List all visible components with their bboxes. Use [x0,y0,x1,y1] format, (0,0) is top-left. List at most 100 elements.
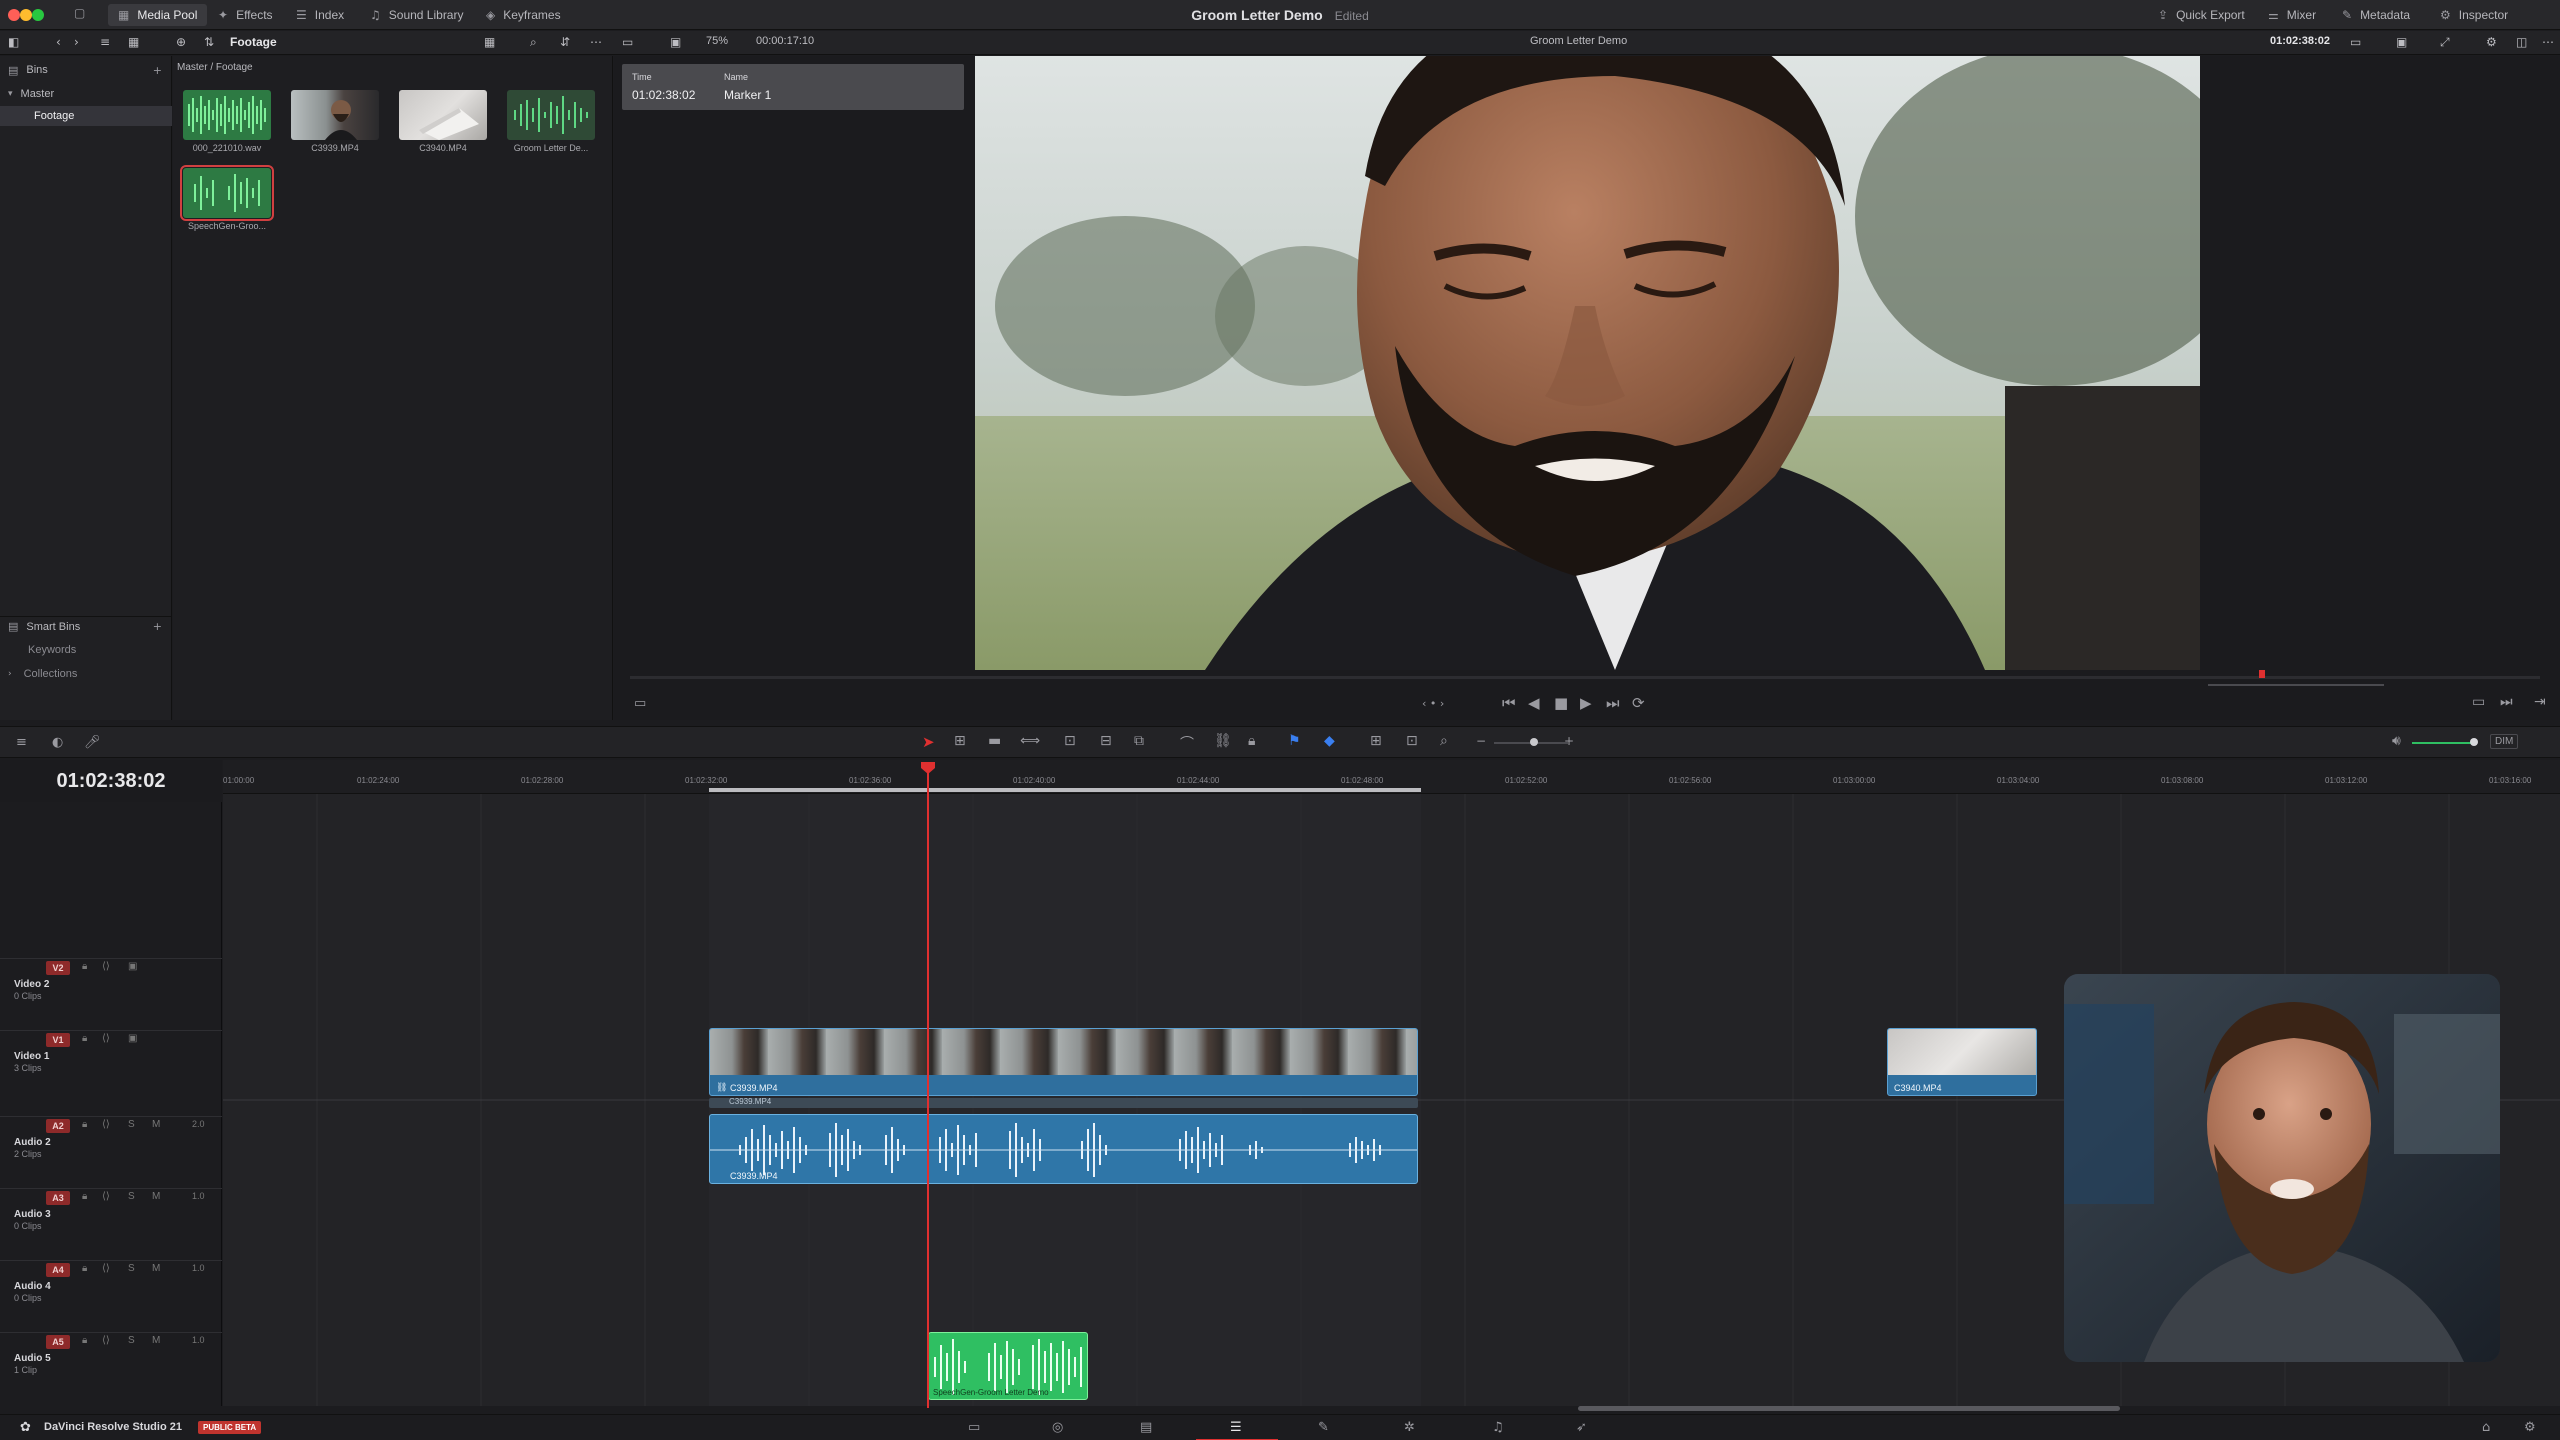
edit-page-icon[interactable]: ▤ [1140,1420,1152,1435]
auto-select-icon[interactable]: ⟨⟩ [102,961,110,972]
timeline-clip-video[interactable]: C3940.MP4 [1887,1028,2037,1096]
lock-icon[interactable]: 🔒︎ [82,961,87,972]
playhead[interactable] [927,768,929,1408]
match-frame-icon[interactable]: ▭ [2472,694,2485,710]
lock-icon[interactable]: 🔒︎ [82,1033,87,1044]
settings-icon[interactable]: ⚙ [2486,35,2497,49]
zoom-full-icon[interactable]: ⊞ [1370,733,1382,749]
deliver-page-icon[interactable]: ➶ [1576,1420,1587,1435]
lock-icon[interactable]: 🔒︎ [82,1191,87,1202]
track-header-v1[interactable]: V1 🔒︎ ⟨⟩ ▣ Video 1 3 Clips [0,1030,222,1080]
track-header-a3[interactable]: A3 🔒︎ ⟨⟩ S M 1.0 Audio 3 0 Clips [0,1188,222,1260]
menu-icon[interactable]: ⋯ [2542,35,2554,49]
bin-footage[interactable]: Footage [0,106,172,126]
media-page-icon[interactable]: ▭ [968,1420,980,1435]
cut-page-icon[interactable]: ◎ [1052,1420,1063,1435]
auto-select-icon[interactable]: ⟨⟩ [102,1263,110,1274]
lock-icon[interactable]: 🔒︎ [82,1263,87,1274]
metadata-button[interactable]: ✎ Metadata [2342,4,2410,26]
auto-select-icon[interactable]: ⟨⟩ [102,1119,110,1130]
mixer-button[interactable]: ⚌ Mixer [2268,4,2316,26]
smart-bin-collections[interactable]: › Collections [0,664,172,684]
marker-info-box[interactable]: Time 01:02:38:02 Name Marker 1 [622,64,964,110]
linked-selection-icon[interactable]: ⛓ [1214,733,1232,749]
zoom-in-icon[interactable]: + [1564,734,1574,748]
color-page-icon[interactable]: ✲ [1404,1420,1415,1435]
solo-button[interactable]: S [128,1119,135,1130]
inspector-button[interactable]: ⚙ Inspector [2440,4,2508,26]
lock-icon[interactable]: 🔒︎ [82,1335,87,1346]
track-visibility-icon[interactable]: ▣ [128,1033,137,1044]
play-icon[interactable]: ▶ [1580,694,1592,712]
pool-clip[interactable]: Groom Letter De... [507,90,601,153]
dim-button[interactable]: DIM [2490,734,2519,749]
sort-order-icon[interactable]: ⇵ [560,35,570,49]
next-edit-icon[interactable]: ⏭ [2500,694,2513,710]
auto-select-icon[interactable]: ⟨⟩ [102,1033,110,1044]
mute-button[interactable]: M [152,1119,160,1130]
timeline-clip-audio-collapsed[interactable]: C3939.MP4 [709,1097,1418,1108]
viewer-options-icon[interactable]: ▭ [634,696,646,711]
smart-bin-keywords[interactable]: Keywords [0,640,172,660]
jog-control-icon[interactable]: ‹ • › [1422,697,1444,710]
list-view-icon[interactable]: ≡ [100,35,110,49]
audio-meter-icon[interactable]: ◐ [52,735,63,750]
marker-icon[interactable]: ◆ [1324,733,1335,749]
volume-slider-knob[interactable] [2470,738,2478,746]
track-badge[interactable]: A4 [46,1263,70,1277]
volume-icon[interactable]: 🔊︎ [2392,733,2401,749]
sort-icon[interactable]: ⇅ [204,35,214,49]
timeline-scrollbar[interactable] [1578,1406,2120,1411]
timeline-clip-audio-speech[interactable]: SpeechGen-Groom Letter Demo [928,1332,1088,1400]
in-out-range[interactable] [709,788,1421,792]
panel-layout-icon[interactable]: ◫ [2516,35,2527,49]
stop-icon[interactable]: ■ [1554,694,1568,712]
scrubber-playhead[interactable] [2259,670,2265,678]
sidebar-toggle-icon[interactable]: ◧ [8,35,19,49]
viewer-layout-icon[interactable]: ▭ [2350,35,2361,49]
track-badge[interactable]: V1 [46,1033,70,1047]
home-icon[interactable]: ⌂ [2482,1420,2490,1435]
track-badge[interactable]: V2 [46,961,70,975]
track-badge[interactable]: A5 [46,1335,70,1349]
timeline-ruler[interactable]: 01:00:00 01:02:24:00 01:02:28:00 01:02:3… [223,760,2560,794]
track-header-v2[interactable]: V2 🔒︎ ⟨⟩ ▣ Video 2 0 Clips [0,958,222,1030]
pool-clip[interactable]: C3939.MP4 [291,90,385,153]
last-frame-icon[interactable]: ⇥ [2534,694,2546,710]
replace-clip-icon[interactable]: ⧉ [1134,733,1144,749]
search-icon[interactable]: ⌕ [530,35,537,50]
zoom-slider-knob[interactable] [1530,738,1538,746]
fairlight-page-icon[interactable]: ♫ [1492,1420,1504,1435]
add-smart-bin-icon[interactable]: + [153,620,162,633]
mute-button[interactable]: M [152,1335,160,1346]
zoom-level[interactable]: 75% [706,35,728,47]
track-header-a4[interactable]: A4 🔒︎ ⟨⟩ S M 1.0 Audio 4 0 Clips [0,1260,222,1332]
settings-gear-icon[interactable]: ⚙ [2524,1420,2536,1435]
track-badge[interactable]: A3 [46,1191,70,1205]
fairlight-edit-page-tab[interactable]: ☰ [1196,1415,1278,1440]
dynamic-trim-icon[interactable]: ⟺ [1020,733,1040,749]
solo-button[interactable]: S [128,1263,135,1274]
flag-icon[interactable]: ⚑ [1288,733,1301,749]
bin-master[interactable]: ▾ Master [0,84,172,104]
selection-tool-icon[interactable]: ➤ [922,733,935,751]
skip-to-start-icon[interactable]: ⏮ [1502,694,1516,712]
pool-clip[interactable]: C3940.MP4 [399,90,493,153]
solo-button[interactable]: S [128,1335,135,1346]
track-badge[interactable]: A2 [46,1119,70,1133]
snapping-icon[interactable]: ⌒ [1180,733,1194,753]
output-icon[interactable]: ▣ [2396,35,2407,49]
add-bin-icon[interactable]: + [153,64,162,77]
quick-export-button[interactable]: ⇪ Quick Export [2158,4,2245,26]
zoom-out-icon[interactable]: − [1476,734,1486,748]
track-header-a2[interactable]: A2 🔒︎ ⟨⟩ S M 2.0 Audio 2 2 Clips [0,1116,222,1188]
lock-icon[interactable]: 🔒︎ [82,1119,87,1130]
fusion-page-icon[interactable]: ✎ [1318,1420,1329,1435]
back-arrow-icon[interactable]: ‹ [56,35,61,49]
mute-button[interactable]: M [152,1191,160,1202]
viewer-mode-icon[interactable]: ▭ [622,35,633,49]
timeline-name-dropdown[interactable]: Groom Letter Demo [1530,35,1627,47]
solo-button[interactable]: S [128,1191,135,1202]
zoom-detail-icon[interactable]: ⊡ [1406,733,1418,749]
timeline-clip-audio[interactable]: C3939.MP4 [709,1114,1418,1184]
